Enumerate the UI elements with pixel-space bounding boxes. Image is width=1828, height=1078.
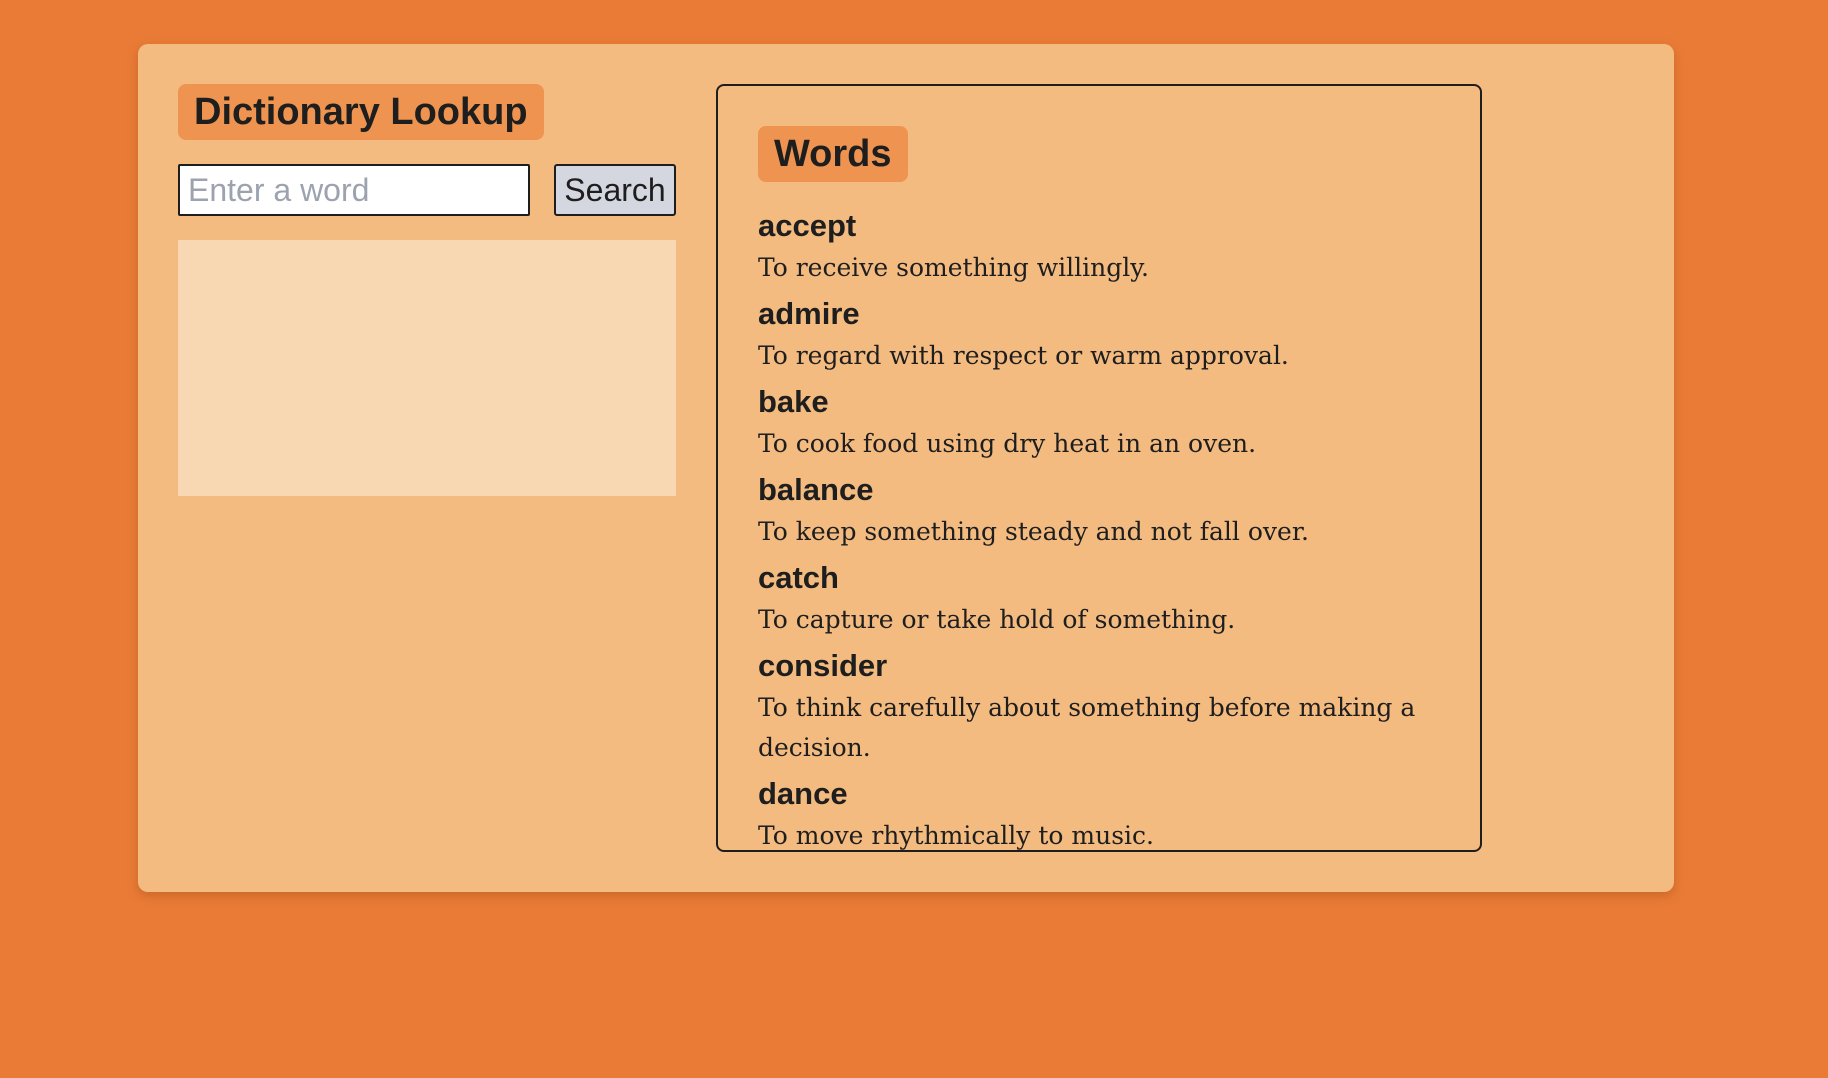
word-term: balance — [758, 472, 874, 507]
definition-result-box — [178, 240, 676, 496]
search-row: Search — [178, 164, 676, 216]
list-item: bake To cook food using dry heat in an o… — [758, 384, 1440, 464]
word-definition: To cook food using dry heat in an oven. — [758, 429, 1257, 458]
search-button[interactable]: Search — [554, 164, 676, 216]
word-term: consider — [758, 648, 888, 683]
list-item: admire To regard with respect or warm ap… — [758, 296, 1440, 376]
word-list: accept To receive something willingly. a… — [758, 208, 1440, 850]
word-definition: To receive something willingly. — [758, 253, 1149, 282]
word-term: bake — [758, 384, 829, 419]
word-definition: To capture or take hold of something. — [758, 605, 1236, 634]
words-panel-content: Words accept To receive something willin… — [758, 126, 1440, 850]
list-item: catch To capture or take hold of somethi… — [758, 560, 1440, 640]
word-definition: To keep something steady and not fall ov… — [758, 517, 1309, 546]
list-item: balance To keep something steady and not… — [758, 472, 1440, 552]
word-definition: To regard with respect or warm approval. — [758, 341, 1289, 370]
word-term: accept — [758, 208, 857, 243]
word-term: dance — [758, 776, 848, 811]
search-input[interactable] — [178, 164, 530, 216]
word-definition: To think carefully about something befor… — [758, 693, 1416, 762]
page-title: Dictionary Lookup — [178, 84, 544, 140]
words-title: Words — [758, 126, 908, 182]
lookup-section: Dictionary Lookup Search — [178, 84, 676, 496]
list-item: accept To receive something willingly. — [758, 208, 1440, 288]
word-definition: To move rhythmically to music. — [758, 821, 1154, 850]
word-term: catch — [758, 560, 839, 595]
list-item: dance To move rhythmically to music. — [758, 776, 1440, 850]
word-term: admire — [758, 296, 860, 331]
dictionary-card: Dictionary Lookup Search Words accept To… — [138, 44, 1674, 892]
list-item: consider To think carefully about someth… — [758, 648, 1440, 768]
words-panel[interactable]: Words accept To receive something willin… — [716, 84, 1482, 852]
